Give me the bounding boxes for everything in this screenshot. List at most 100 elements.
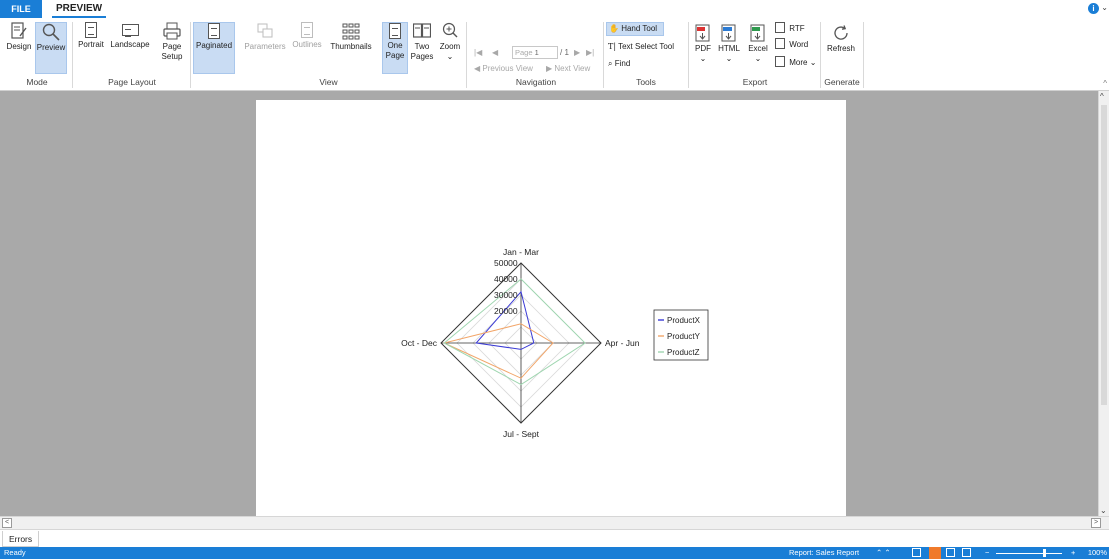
export-html-button[interactable]: HTML ⌄ <box>716 24 742 76</box>
one-page-icon <box>389 23 401 39</box>
portrait-button[interactable]: Portrait <box>75 22 107 74</box>
paginated-view-icon[interactable] <box>929 547 941 559</box>
pdf-label: PDF <box>695 44 711 53</box>
grid-view-icon[interactable] <box>962 548 971 557</box>
last-page-icon[interactable]: ▶| <box>586 47 594 58</box>
scroll-right-icon[interactable]: > <box>1091 518 1101 528</box>
info-icon[interactable]: i <box>1088 3 1099 14</box>
text-select-tool-label: Text Select Tool <box>618 42 674 51</box>
separator <box>72 22 73 88</box>
chevron-down-icon[interactable]: ⌄ <box>1101 3 1108 12</box>
portrait-page-icon <box>85 22 97 38</box>
continuous-view-icon[interactable] <box>946 548 955 557</box>
group-label-mode: Mode <box>26 77 48 87</box>
previous-page-icon[interactable]: ◀ <box>492 47 498 58</box>
export-word-button[interactable]: Word <box>775 38 808 50</box>
refresh-icon <box>834 25 848 40</box>
paginated-label: Paginated <box>195 41 233 50</box>
tick-label: 20000 <box>494 306 518 316</box>
refresh-button[interactable]: Refresh <box>823 24 859 76</box>
scroll-up-icon[interactable]: ^ <box>1100 92 1104 101</box>
page-setup-button[interactable]: Page Setup <box>155 22 189 74</box>
two-pages-button[interactable]: Two Pages <box>410 22 434 74</box>
tick-label: 30000 <box>494 290 518 300</box>
html-label: HTML <box>718 44 740 53</box>
excel-file-icon <box>750 24 765 42</box>
export-more-button[interactable]: More ⌄ <box>775 56 816 68</box>
page-setup-label-2: Setup <box>161 52 183 61</box>
find-button[interactable]: ⌕ Find <box>608 58 630 69</box>
paginated-icon <box>208 23 220 39</box>
outlines-label: Outlines <box>292 40 322 49</box>
preview-label: Preview <box>36 43 66 52</box>
scroll-left-icon[interactable]: < <box>2 518 12 528</box>
group-label-navigation: Navigation <box>515 77 557 87</box>
magnifier-icon <box>42 23 60 41</box>
separator <box>688 22 689 88</box>
errors-panel: Errors <box>0 529 1109 547</box>
vertical-scrollbar[interactable]: ^ ⌄ <box>1098 91 1109 516</box>
parameters-button[interactable]: Parameters <box>243 22 287 74</box>
design-button[interactable]: Design <box>4 22 34 74</box>
group-label-view: View <box>319 77 338 87</box>
zoom-slider-thumb[interactable] <box>1043 549 1046 557</box>
zoom-label: Zoom <box>439 42 461 51</box>
next-view-label: Next View <box>554 64 591 73</box>
outlines-icon <box>301 22 313 38</box>
design-label: Design <box>6 42 32 51</box>
previous-view-icon: ◀ <box>474 64 481 73</box>
page-value: 1 <box>534 48 539 57</box>
zoom-in-icon[interactable]: + <box>1071 547 1075 559</box>
page-placeholder: Page <box>515 48 533 57</box>
landscape-label: Landscape <box>110 40 150 49</box>
first-page-icon[interactable]: |◀ <box>474 47 482 58</box>
more-file-icon <box>775 56 785 67</box>
category-label: Oct - Dec <box>401 338 438 348</box>
two-pages-label-1: Two <box>414 42 430 51</box>
status-text: Ready <box>4 548 26 557</box>
one-page-label-1: One <box>387 41 403 50</box>
next-view-button[interactable]: ▶ Next View <box>546 63 590 74</box>
tab-file[interactable]: FILE <box>0 0 42 18</box>
zoom-button[interactable]: Zoom ⌄ <box>436 22 464 74</box>
hand-icon: ✋ <box>609 24 619 33</box>
refresh-label: Refresh <box>826 44 855 53</box>
zoom-slider-track[interactable] <box>996 553 1062 554</box>
text-select-tool-button[interactable]: T| Text Select Tool <box>608 41 674 52</box>
separator <box>863 22 864 88</box>
next-view-icon: ▶ <box>546 64 553 73</box>
word-label: Word <box>789 40 809 49</box>
zoom-out-icon[interactable]: − <box>985 547 989 559</box>
chevron-down-icon: ⌄ <box>699 54 707 63</box>
page-setup-label-1: Page <box>162 42 182 51</box>
landscape-button[interactable]: Landscape <box>108 22 152 74</box>
previous-view-button[interactable]: ◀ Previous View <box>474 63 533 74</box>
find-icon: ⌕ <box>608 59 613 68</box>
scroll-thumb[interactable] <box>1101 105 1107 405</box>
tab-preview[interactable]: PREVIEW <box>52 0 107 18</box>
status-bar: Ready Report: Sales Report ⌃ ⌃ − + 100% <box>0 547 1109 559</box>
thumbnails-button[interactable]: Thumbnails <box>327 22 375 74</box>
thumbnails-icon <box>342 23 360 40</box>
errors-tab[interactable]: Errors <box>2 531 40 547</box>
previous-view-label: Previous View <box>482 64 533 73</box>
separator <box>466 22 467 88</box>
page-input[interactable]: Page 1 <box>512 46 558 59</box>
horizontal-scrollbar[interactable]: < > <box>0 516 1109 529</box>
one-page-button[interactable]: One Page <box>382 22 408 74</box>
outlines-button[interactable]: Outlines <box>289 22 325 74</box>
two-pages-label-2: Pages <box>410 52 434 61</box>
collapse-ribbon-icon[interactable]: ^ <box>1103 78 1107 89</box>
hand-tool-button[interactable]: ✋ Hand Tool <box>606 22 664 36</box>
paginated-button[interactable]: Paginated <box>193 22 235 74</box>
preview-button[interactable]: Preview <box>35 22 67 74</box>
separator <box>190 22 191 88</box>
single-page-view-icon[interactable] <box>912 548 921 557</box>
export-pdf-button[interactable]: PDF ⌄ <box>692 24 714 76</box>
scroll-down-icon[interactable]: ⌄ <box>1100 506 1107 515</box>
export-rtf-button[interactable]: RTF <box>775 22 805 34</box>
report-preview-area[interactable]: 20000 30000 40000 50000 Jan - Mar Apr - Jun Ju… <box>0 91 1098 516</box>
collapse-icon[interactable]: ⌃ ⌃ <box>876 547 891 559</box>
export-excel-button[interactable]: Excel ⌄ <box>745 24 771 76</box>
next-page-icon[interactable]: ▶ <box>574 47 580 58</box>
